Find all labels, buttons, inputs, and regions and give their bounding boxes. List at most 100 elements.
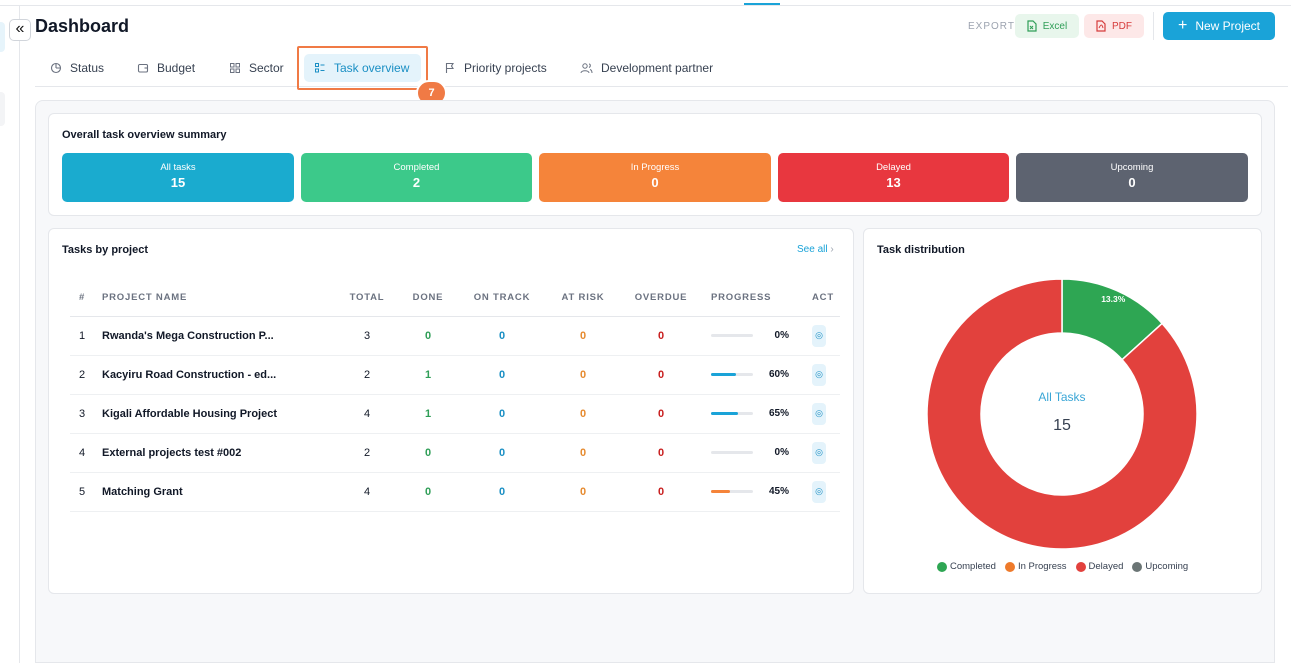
done-count: 1 xyxy=(402,355,454,395)
table-row[interactable]: 5 Matching Grant 4 0 0 0 0 45% ◎ xyxy=(70,472,840,512)
stat-in-progress[interactable]: In Progress 0 xyxy=(539,153,771,202)
pie-icon xyxy=(50,62,62,74)
at-risk-value: 0 xyxy=(579,446,587,459)
progress-cell: 45% xyxy=(706,472,806,512)
progress-fill xyxy=(711,412,739,415)
overdue-value: 0 xyxy=(657,485,665,498)
table-header-row: # PROJECT NAME TOTAL DONE ON TRACK AT RI… xyxy=(70,279,840,317)
overdue-count: 0 xyxy=(616,355,706,395)
column-header: DONE xyxy=(402,279,454,317)
new-project-label: New Project xyxy=(1195,19,1261,33)
users-icon xyxy=(580,63,593,74)
done-count: 0 xyxy=(402,472,454,512)
on-track-value: 0 xyxy=(498,407,506,420)
page-title: Dashboard xyxy=(35,16,130,36)
tab-status[interactable]: Status xyxy=(50,58,104,78)
at-risk-count: 0 xyxy=(550,433,616,473)
eye-icon: ◎ xyxy=(815,330,823,340)
on-track-count: 0 xyxy=(454,472,550,512)
top-border xyxy=(0,0,1291,6)
view-action-button[interactable]: ◎ xyxy=(812,402,826,425)
table-row[interactable]: 2 Kacyiru Road Construction - ed... 2 1 0 0 0 6… xyxy=(70,355,840,395)
done-value: 0 xyxy=(424,329,432,342)
legend-label: In Progress xyxy=(1017,561,1067,572)
overdue-count: 0 xyxy=(616,433,706,473)
legend-item[interactable]: Delayed xyxy=(1075,561,1123,572)
stat-value: 0 xyxy=(1128,175,1136,190)
column-header: # xyxy=(70,279,102,317)
progress-fill xyxy=(711,490,730,493)
stat-value: 15 xyxy=(170,175,186,190)
legend-item[interactable]: Upcoming xyxy=(1132,561,1188,572)
chart-legend: Completed In Progress Delayed Upcoming xyxy=(937,561,1188,572)
progress-cell: 65% xyxy=(706,394,806,434)
stat-label: Delayed xyxy=(876,162,911,173)
see-all-label: See all xyxy=(797,244,828,255)
header-divider xyxy=(1153,12,1154,40)
legend-swatch xyxy=(1075,561,1086,572)
project-name: External projects test #002 xyxy=(102,433,332,473)
tasks-table-container[interactable]: # PROJECT NAME TOTAL DONE ON TRACK AT RI… xyxy=(62,271,840,518)
new-project-button[interactable]: + New Project xyxy=(1163,12,1275,40)
view-action-button[interactable]: ◎ xyxy=(812,324,826,347)
column-header: ON TRACK xyxy=(454,279,550,317)
project-name: Rwanda's Mega Construction P... xyxy=(102,316,332,356)
tab-label: Sector xyxy=(249,61,284,75)
stat-label: In Progress xyxy=(630,162,680,173)
tab-sector[interactable]: Sector xyxy=(229,58,284,78)
wallet-icon xyxy=(137,63,149,73)
eye-icon: ◎ xyxy=(815,486,823,496)
legend-swatch xyxy=(1004,561,1015,572)
table-row[interactable]: 3 Kigali Affordable Housing Project 4 1 0 0 0 6… xyxy=(70,394,840,434)
at-risk-count: 0 xyxy=(550,316,616,356)
summary-title: Overall task overview summary xyxy=(62,129,227,141)
overdue-value: 0 xyxy=(657,446,665,459)
done-value: 0 xyxy=(424,446,432,459)
export-pdf-button[interactable]: PDF xyxy=(1084,14,1144,38)
legend-item[interactable]: Completed xyxy=(937,561,996,572)
done-count: 1 xyxy=(402,394,454,434)
row-number: 3 xyxy=(70,394,102,434)
table-row[interactable]: 1 Rwanda's Mega Construction P... 3 0 0 0 0 0% ◎ xyxy=(70,316,840,356)
tab-budget[interactable]: Budget xyxy=(137,58,195,78)
legend-label: Completed xyxy=(950,561,996,572)
progress-fill xyxy=(711,373,737,376)
see-all-link[interactable]: See all › xyxy=(797,244,834,255)
view-action-button[interactable]: ◎ xyxy=(812,363,826,386)
total-count: 4 xyxy=(332,472,402,512)
legend-swatch xyxy=(1132,561,1143,572)
tab-priority-projects[interactable]: Priority projects xyxy=(444,58,547,78)
overdue-value: 0 xyxy=(657,368,665,381)
on-track-count: 0 xyxy=(454,355,550,395)
actions-cell: ◎ xyxy=(806,472,840,512)
stat-delayed[interactable]: Delayed 13 xyxy=(778,153,1009,202)
collapse-sidebar-icon[interactable]: « xyxy=(9,19,31,41)
stat-label: Upcoming xyxy=(1110,162,1154,173)
view-action-button[interactable]: ◎ xyxy=(812,441,826,464)
project-name: Kacyiru Road Construction - ed... xyxy=(102,355,332,395)
progress-cell: 0% xyxy=(706,316,806,356)
stat-completed[interactable]: Completed 2 xyxy=(301,153,532,202)
tab-development-partner[interactable]: Development partner xyxy=(580,58,713,78)
stat-all-tasks[interactable]: All tasks 15 xyxy=(62,153,294,202)
progress-bar xyxy=(711,490,753,493)
tab-label: Development partner xyxy=(601,61,714,75)
data-label: 13.3% xyxy=(1101,294,1126,304)
stat-value: 13 xyxy=(886,175,901,190)
stat-value: 2 xyxy=(412,175,421,190)
tab-label: Budget xyxy=(157,61,196,75)
at-risk-count: 0 xyxy=(550,472,616,512)
eye-icon: ◎ xyxy=(815,447,823,457)
stat-upcoming[interactable]: Upcoming 0 xyxy=(1016,153,1248,202)
table-row[interactable]: 4 External projects test #002 2 0 0 0 0 0% ◎ xyxy=(70,433,840,473)
excel-label: Excel xyxy=(1042,20,1068,32)
export-excel-button[interactable]: Excel xyxy=(1015,14,1079,38)
view-action-button[interactable]: ◎ xyxy=(812,480,826,503)
project-name: Matching Grant xyxy=(102,472,332,512)
tab-task-overview[interactable]: Task overview xyxy=(304,54,421,82)
tab-label: Task overview xyxy=(334,61,410,75)
legend-item[interactable]: In Progress xyxy=(1004,561,1067,572)
donut-center-value: 15 xyxy=(1053,417,1071,434)
at-risk-value: 0 xyxy=(579,407,587,420)
progress-percent: 45% xyxy=(768,486,789,497)
